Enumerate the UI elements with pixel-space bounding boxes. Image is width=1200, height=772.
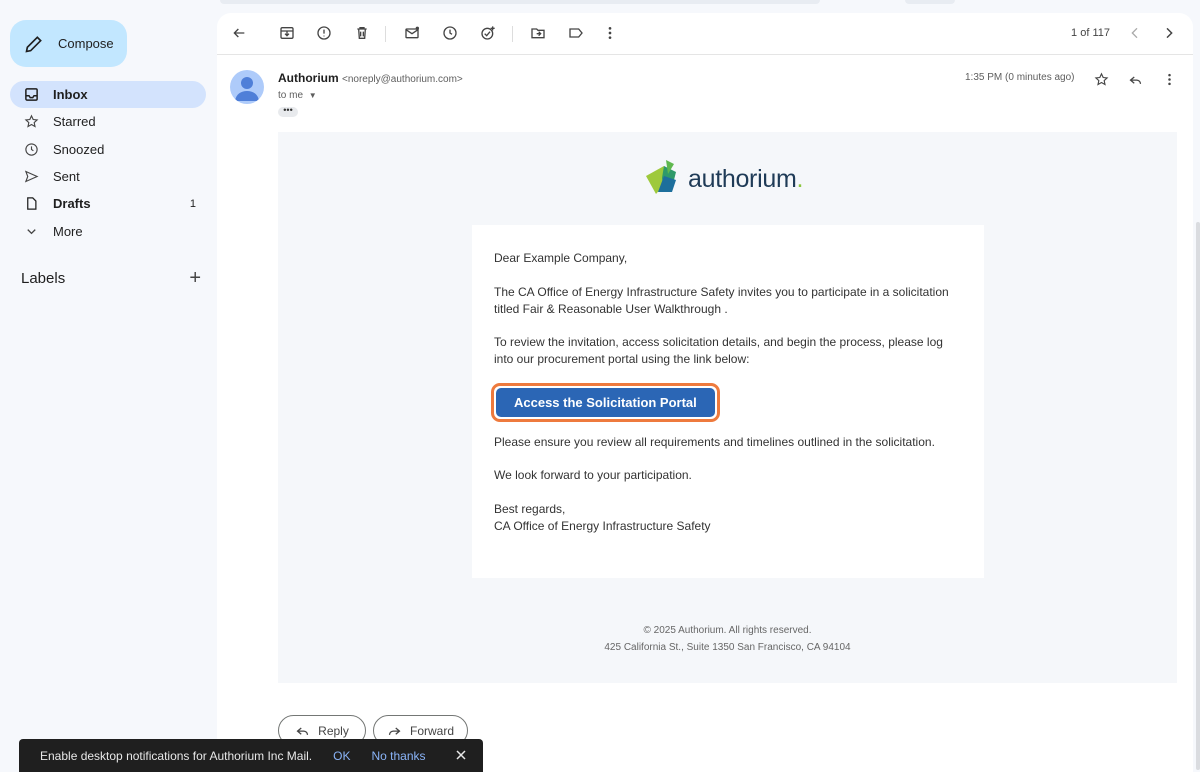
pencil-icon [25, 35, 42, 53]
forward-label: Forward [409, 723, 454, 738]
email-body: authorium. Dear Example Company, The CA … [278, 132, 1177, 683]
inbox-icon [24, 87, 39, 102]
chevron-down-icon [24, 224, 39, 239]
email-footer: © 2025 Authorium. All rights reserved. 4… [278, 622, 1177, 656]
message-view: 1 of 117 Authorium <noreply@authorium.co… [217, 13, 1193, 772]
instructions-paragraph: To review the invitation, access solicit… [494, 335, 943, 366]
pager-count: 1 of 117 [1071, 27, 1110, 39]
invitation-paragraph: The CA Office of Energy Infrastructure S… [494, 284, 949, 316]
draft-icon [24, 196, 39, 211]
toolbar-divider [385, 26, 386, 42]
signature: CA Office of Energy Infrastructure Safet… [494, 518, 711, 533]
newer-chevron-icon[interactable] [1126, 24, 1144, 42]
recipient-details[interactable]: to me ▼ [278, 90, 317, 101]
recipient-label: to me [278, 90, 304, 101]
star-icon [24, 114, 39, 129]
label-icon[interactable] [567, 24, 585, 42]
sidebar-item-label: More [53, 223, 83, 239]
sidebar-item-inbox[interactable]: Inbox [10, 81, 206, 109]
star-icon[interactable] [1092, 70, 1110, 88]
toast-ok-button[interactable]: OK [333, 749, 350, 763]
email-card: Dear Example Company, The CA Office of E… [472, 225, 984, 578]
more-options-icon[interactable] [1160, 70, 1178, 88]
close-icon[interactable] [453, 747, 469, 763]
cta-highlight: Access the Solicitation Portal [491, 382, 720, 422]
send-icon [24, 169, 39, 184]
sidebar-item-drafts[interactable]: Drafts 1 [0, 190, 206, 217]
notification-toast: Enable desktop notifications for Authori… [19, 739, 483, 772]
toolbar-divider-line [217, 54, 1193, 55]
access-portal-button[interactable]: Access the Solicitation Portal [496, 387, 715, 417]
show-trimmed-content-button[interactable]: ••• [278, 106, 298, 117]
sender-address: <noreply@authorium.com> [342, 74, 463, 85]
reply-icon[interactable] [1126, 70, 1144, 88]
delete-icon[interactable] [353, 24, 371, 42]
sidebar-item-more[interactable]: More [0, 217, 206, 244]
toast-message: Enable desktop notifications for Authori… [40, 748, 313, 763]
reply-label: Reply [318, 723, 349, 738]
authorium-logo: authorium. [642, 157, 814, 201]
toolbar-divider [512, 26, 513, 42]
signoff: Best regards, [494, 501, 566, 516]
avatar[interactable] [230, 70, 264, 104]
logo-dot: . [796, 164, 804, 193]
snooze-icon[interactable] [441, 24, 459, 42]
sidebar-nav: Inbox Starred Snoozed Sent Drafts 1 More [0, 81, 216, 245]
sidebar-item-label: Drafts [53, 196, 91, 212]
mark-unread-icon[interactable] [403, 24, 421, 42]
toolbar-edge [905, 0, 955, 4]
message-toolbar: 1 of 117 [217, 13, 1193, 55]
sidebar-item-label: Inbox [53, 87, 88, 103]
search-bar-edge [220, 0, 820, 4]
authorium-logo-icon [646, 160, 676, 194]
toast-no-thanks-button[interactable]: No thanks [372, 749, 426, 763]
greeting: Dear Example Company, [494, 251, 628, 265]
compose-label: Compose [58, 36, 114, 51]
clock-icon [24, 142, 39, 157]
sidebar-item-label: Snoozed [53, 141, 105, 157]
compose-button[interactable]: Compose [10, 20, 127, 67]
sender-line: Authorium <noreply@authorium.com> [278, 71, 463, 85]
reply-icon [296, 727, 309, 735]
sidebar-item-sent[interactable]: Sent [0, 163, 206, 190]
message-timestamp: 1:35 PM (0 minutes ago) [965, 72, 1075, 83]
sidebar: Compose Inbox Starred Snoozed Sent Draft… [0, 0, 216, 772]
sidebar-item-label: Starred [53, 114, 96, 130]
logo-wordmark: authorium. [688, 165, 803, 194]
older-chevron-icon[interactable] [1160, 24, 1178, 42]
sidebar-item-label: Sent [53, 169, 80, 185]
scrollbar[interactable] [1196, 222, 1200, 770]
caret-down-icon: ▼ [308, 91, 317, 100]
sender-name[interactable]: Authorium [278, 71, 339, 85]
back-arrow-icon[interactable] [230, 24, 248, 42]
labels-heading: Labels [21, 269, 66, 287]
labels-header: Labels + [21, 268, 201, 288]
sidebar-item-snoozed[interactable]: Snoozed [0, 136, 206, 163]
move-to-icon[interactable] [529, 24, 547, 42]
logo-text: authorium [688, 164, 797, 193]
copyright-text: © 2025 Authorium. All rights reserved. [643, 625, 812, 636]
add-task-icon[interactable] [479, 24, 497, 42]
report-spam-icon[interactable] [315, 24, 333, 42]
sidebar-item-starred[interactable]: Starred [0, 108, 206, 135]
address-text: 425 California St., Suite 1350 San Franc… [604, 642, 851, 653]
drafts-count: 1 [189, 197, 196, 210]
more-options-icon[interactable] [601, 24, 619, 42]
requirements-paragraph: Please ensure you review all requirement… [494, 434, 935, 449]
archive-icon[interactable] [278, 24, 296, 42]
forward-icon [388, 727, 401, 735]
add-label-icon[interactable]: + [189, 268, 201, 288]
closing-paragraph: We look forward to your participation. [494, 468, 692, 482]
